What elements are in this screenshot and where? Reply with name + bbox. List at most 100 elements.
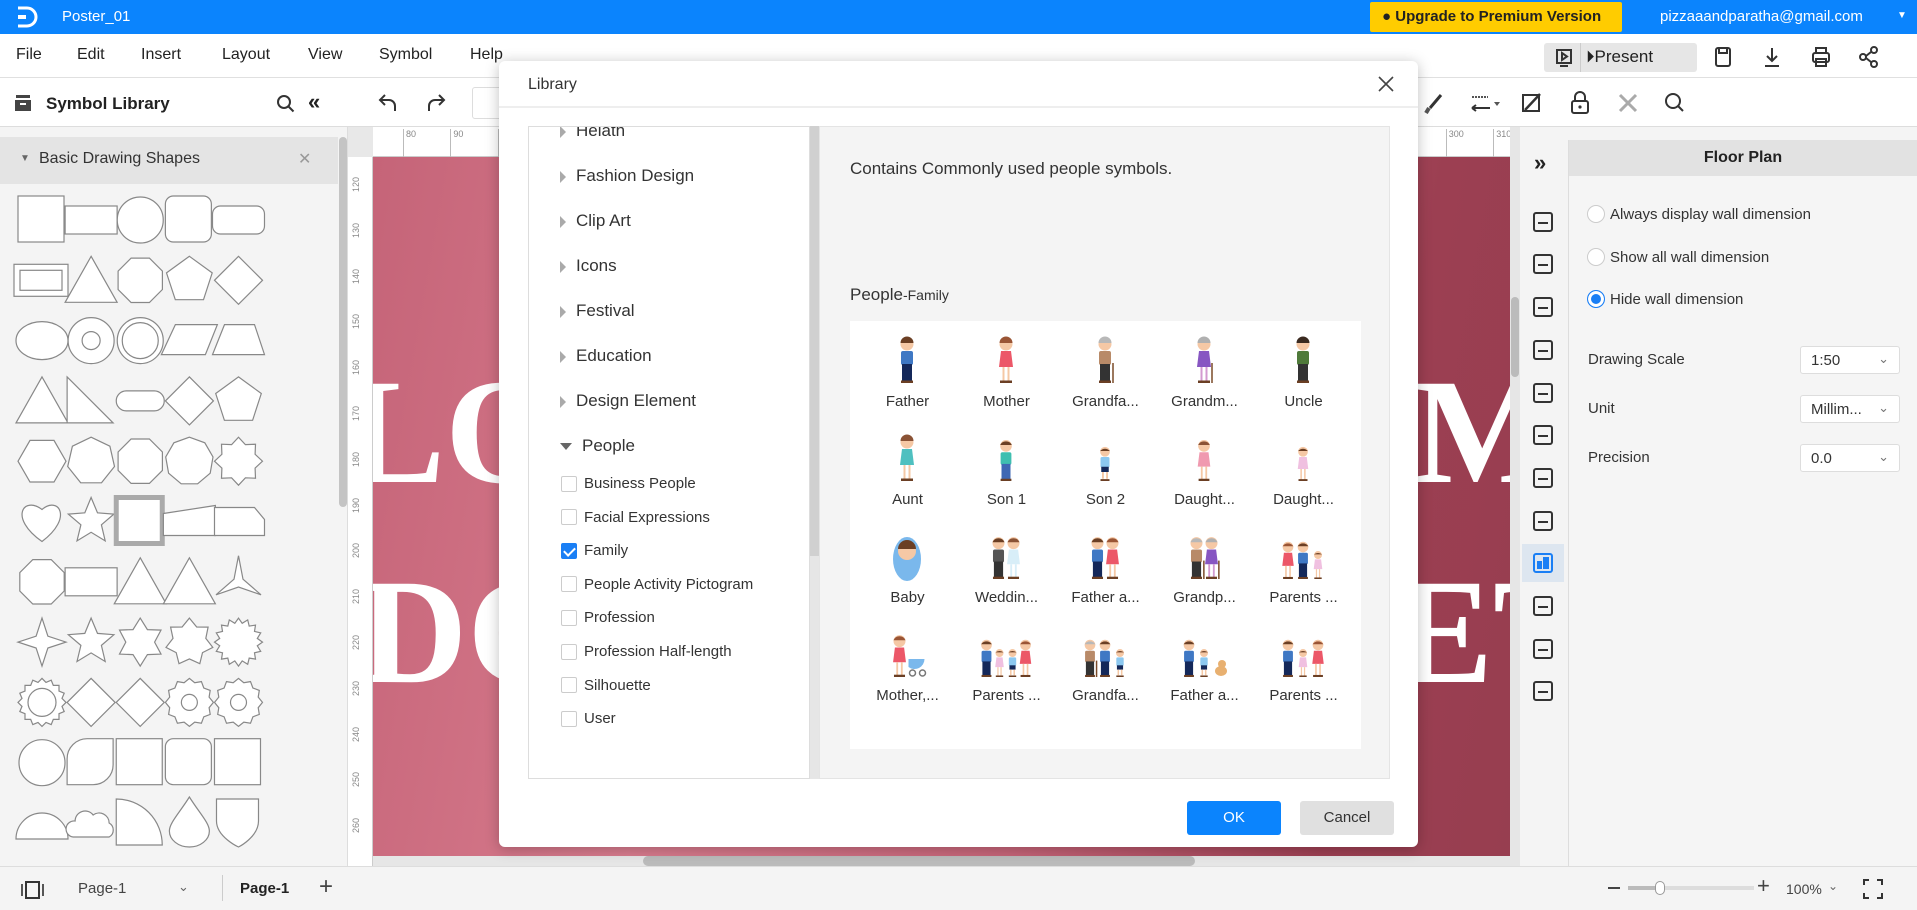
shape-oct[interactable] bbox=[117, 438, 163, 484]
shape-star8[interactable] bbox=[213, 436, 264, 487]
zoom-slider-handle[interactable] bbox=[1655, 881, 1665, 895]
shape-wide[interactable] bbox=[64, 567, 118, 597]
checkbox[interactable] bbox=[561, 509, 577, 526]
shape-trap[interactable] bbox=[211, 324, 266, 356]
shape-rtri[interactable] bbox=[66, 375, 115, 424]
shape-hept[interactable] bbox=[67, 436, 116, 484]
collapsed-arrow-icon[interactable] bbox=[560, 260, 566, 273]
subcategory-user[interactable]: User bbox=[561, 710, 616, 727]
shape-para[interactable] bbox=[160, 324, 219, 356]
shape-cog[interactable] bbox=[213, 677, 264, 728]
section-close-icon[interactable]: ✕ bbox=[298, 149, 311, 169]
shape-rwide[interactable] bbox=[211, 205, 266, 235]
shape-pent[interactable] bbox=[165, 255, 213, 301]
shape-oct[interactable] bbox=[117, 257, 163, 304]
layers-icon[interactable] bbox=[1522, 331, 1564, 369]
radio-button-selected[interactable] bbox=[1587, 290, 1605, 308]
shape-cog[interactable] bbox=[164, 677, 215, 728]
lock-icon[interactable] bbox=[1570, 91, 1590, 115]
category-design-element[interactable]: Design Element bbox=[560, 391, 696, 411]
line-style-icon[interactable] bbox=[1468, 94, 1502, 114]
collapsed-arrow-icon[interactable] bbox=[560, 127, 566, 138]
account-dropdown-icon[interactable]: ▼ bbox=[1897, 10, 1907, 21]
option-show-all[interactable]: Show all wall dimension bbox=[1587, 248, 1769, 266]
shape-ring[interactable] bbox=[67, 317, 115, 365]
shape-star7[interactable] bbox=[165, 617, 214, 665]
symbol-item[interactable]: Father bbox=[858, 331, 957, 429]
shape-circle[interactable] bbox=[116, 196, 164, 244]
symbol-item[interactable]: Grandp... bbox=[1155, 527, 1254, 625]
unit-select[interactable]: Millim... ⌄ bbox=[1800, 395, 1900, 423]
connector-icon[interactable] bbox=[1522, 587, 1564, 625]
symbol-item[interactable]: Parents ... bbox=[1254, 625, 1353, 723]
subcategory-people-activity-pictogram[interactable]: People Activity Pictogram bbox=[561, 576, 753, 593]
expanded-arrow-icon[interactable] bbox=[560, 443, 572, 451]
database-icon[interactable] bbox=[1522, 416, 1564, 454]
checkbox[interactable] bbox=[561, 677, 577, 694]
subcategory-facial-expressions[interactable]: Facial Expressions bbox=[561, 509, 710, 526]
find-icon[interactable] bbox=[1664, 92, 1686, 114]
shape-heart[interactable] bbox=[21, 504, 62, 543]
zoom-chevron-icon[interactable]: ⌄ bbox=[1828, 879, 1838, 893]
page-select-chevron-icon[interactable]: ⌄ bbox=[178, 879, 189, 895]
checkbox[interactable] bbox=[561, 542, 577, 559]
symbol-item[interactable]: Grandfa... bbox=[1056, 625, 1155, 723]
zoom-slider[interactable] bbox=[1628, 881, 1754, 895]
shape-star4[interactable] bbox=[16, 616, 68, 669]
radio-button[interactable] bbox=[1587, 205, 1605, 223]
shape-cloud[interactable] bbox=[65, 810, 114, 838]
shape-shield[interactable] bbox=[215, 798, 260, 848]
shape-dia[interactable] bbox=[213, 255, 264, 306]
checkbox[interactable] bbox=[561, 475, 577, 492]
shape-leaf[interactable] bbox=[66, 738, 114, 786]
shape-dia[interactable] bbox=[164, 376, 215, 426]
grid-icon[interactable] bbox=[1522, 288, 1564, 326]
floor-plan-icon[interactable] bbox=[1522, 544, 1564, 583]
shape-pent[interactable] bbox=[214, 376, 263, 421]
shape-dring[interactable] bbox=[116, 317, 164, 365]
horizontal-scrollbar[interactable] bbox=[643, 856, 1195, 866]
brush-icon[interactable] bbox=[1422, 94, 1444, 114]
zoom-in-icon[interactable]: + bbox=[1757, 873, 1770, 899]
page-view-icon[interactable] bbox=[20, 881, 46, 899]
drawing-scale-select[interactable]: 1:50 ⌄ bbox=[1800, 346, 1900, 374]
menu-file[interactable]: File bbox=[16, 46, 42, 64]
subcategory-profession[interactable]: Profession bbox=[561, 609, 655, 626]
option-always-display[interactable]: Always display wall dimension bbox=[1587, 205, 1811, 223]
shape-wide[interactable] bbox=[64, 205, 118, 235]
menu-layout[interactable]: Layout bbox=[222, 46, 270, 64]
zoom-out-icon[interactable] bbox=[1608, 887, 1620, 889]
shape-circle[interactable] bbox=[18, 739, 66, 787]
radio-button[interactable] bbox=[1587, 248, 1605, 266]
shape-rrect[interactable] bbox=[164, 195, 212, 243]
category-scrollbar[interactable] bbox=[810, 126, 819, 556]
shape-dbl[interactable] bbox=[13, 263, 69, 297]
shape-star[interactable] bbox=[66, 495, 116, 543]
option-hide[interactable]: Hide wall dimension bbox=[1587, 290, 1743, 308]
menu-insert[interactable]: Insert bbox=[141, 46, 181, 64]
page-select[interactable]: Page-1 bbox=[78, 880, 126, 897]
expand-icon[interactable]: » bbox=[1522, 146, 1564, 184]
collapsed-arrow-icon[interactable] bbox=[560, 395, 566, 408]
shape-ell[interactable] bbox=[15, 321, 69, 361]
menu-help[interactable]: Help bbox=[470, 46, 503, 64]
shape-tab[interactable] bbox=[213, 506, 266, 537]
symbol-item[interactable]: Father a... bbox=[1056, 527, 1155, 625]
symbol-item[interactable]: Baby bbox=[858, 527, 957, 625]
undo-icon[interactable] bbox=[378, 93, 400, 113]
search-icon[interactable] bbox=[276, 94, 296, 114]
download-icon[interactable] bbox=[1762, 46, 1782, 68]
shuffle-icon[interactable] bbox=[1522, 630, 1564, 668]
save-icon[interactable] bbox=[1713, 46, 1733, 68]
shape-rrect[interactable] bbox=[164, 738, 212, 786]
shape-star3[interactable] bbox=[215, 555, 262, 596]
section-expand-icon[interactable]: ▼ bbox=[20, 153, 30, 164]
zoom-level[interactable]: 100% bbox=[1786, 881, 1822, 897]
vertical-scrollbar[interactable] bbox=[1511, 297, 1519, 377]
symbol-item[interactable]: Son 1 bbox=[957, 429, 1056, 527]
collapsed-arrow-icon[interactable] bbox=[560, 305, 566, 318]
shape-star[interactable] bbox=[66, 616, 116, 663]
precision-select[interactable]: 0.0 ⌄ bbox=[1800, 444, 1900, 472]
left-panel-scrollbar[interactable] bbox=[339, 137, 347, 507]
shape-dia[interactable] bbox=[115, 677, 166, 728]
